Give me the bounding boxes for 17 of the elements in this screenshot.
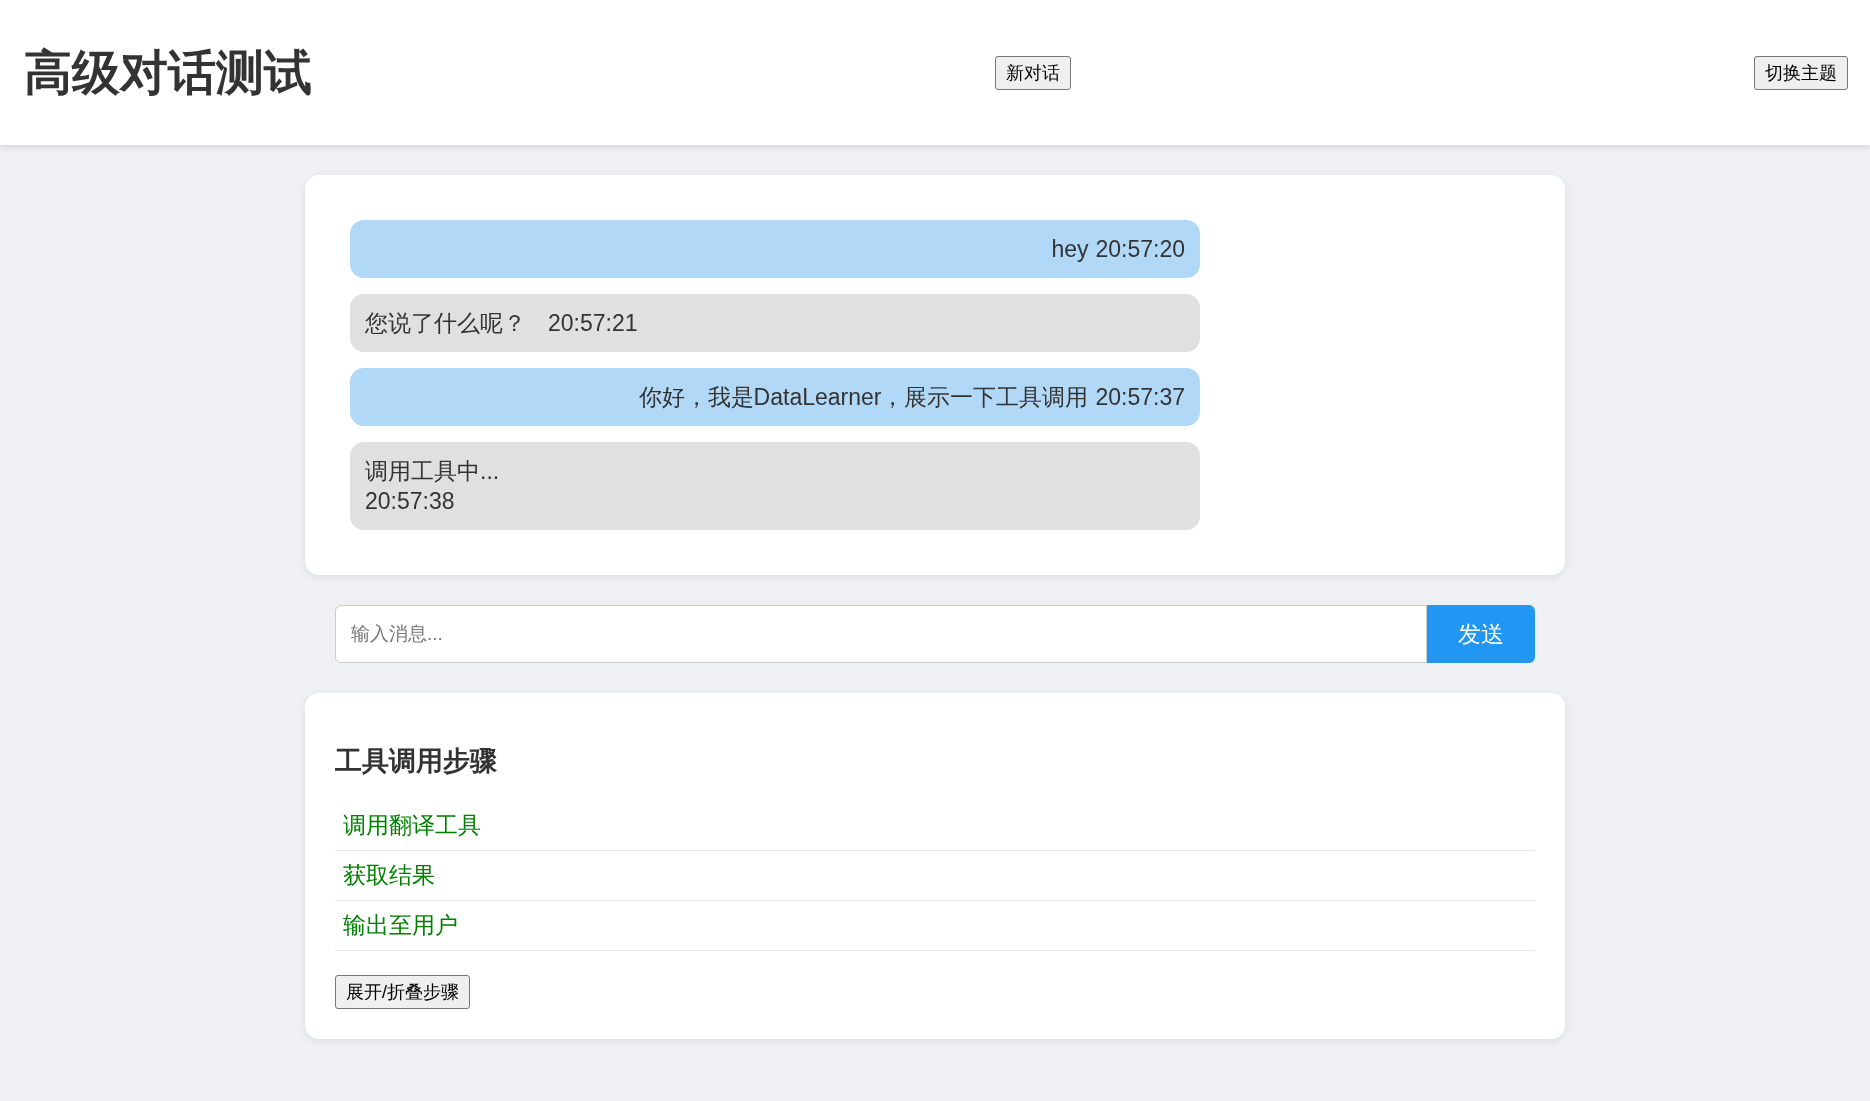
message-time: 20:57:38 <box>365 487 456 515</box>
theme-toggle-button[interactable]: 切换主题 <box>1754 55 1848 90</box>
message-text: 您说了什么呢？ <box>365 309 526 337</box>
step-item: 获取结果 <box>335 851 1535 901</box>
toggle-steps-button[interactable]: 展开/折叠步骤 <box>335 975 470 1009</box>
new-chat-button[interactable]: 新对话 <box>995 55 1071 90</box>
message-time: 20:57:20 <box>1095 235 1185 263</box>
app-title: 高级对话测试 <box>24 44 312 101</box>
steps-title: 工具调用步骤 <box>335 745 498 778</box>
step-item: 调用翻译工具 <box>335 801 1535 851</box>
message-time: 20:57:21 <box>548 309 638 337</box>
message-text: hey <box>1051 235 1089 263</box>
message-time: 20:57:37 <box>1095 383 1185 411</box>
message-input-field[interactable]: 输入消息... <box>335 605 1427 663</box>
message-text: 调用工具中... <box>365 457 501 485</box>
message-text: 你好，我是DataLearner，展示一下工具调用 <box>638 383 1089 411</box>
step-item: 输出至用户 <box>335 901 1535 951</box>
